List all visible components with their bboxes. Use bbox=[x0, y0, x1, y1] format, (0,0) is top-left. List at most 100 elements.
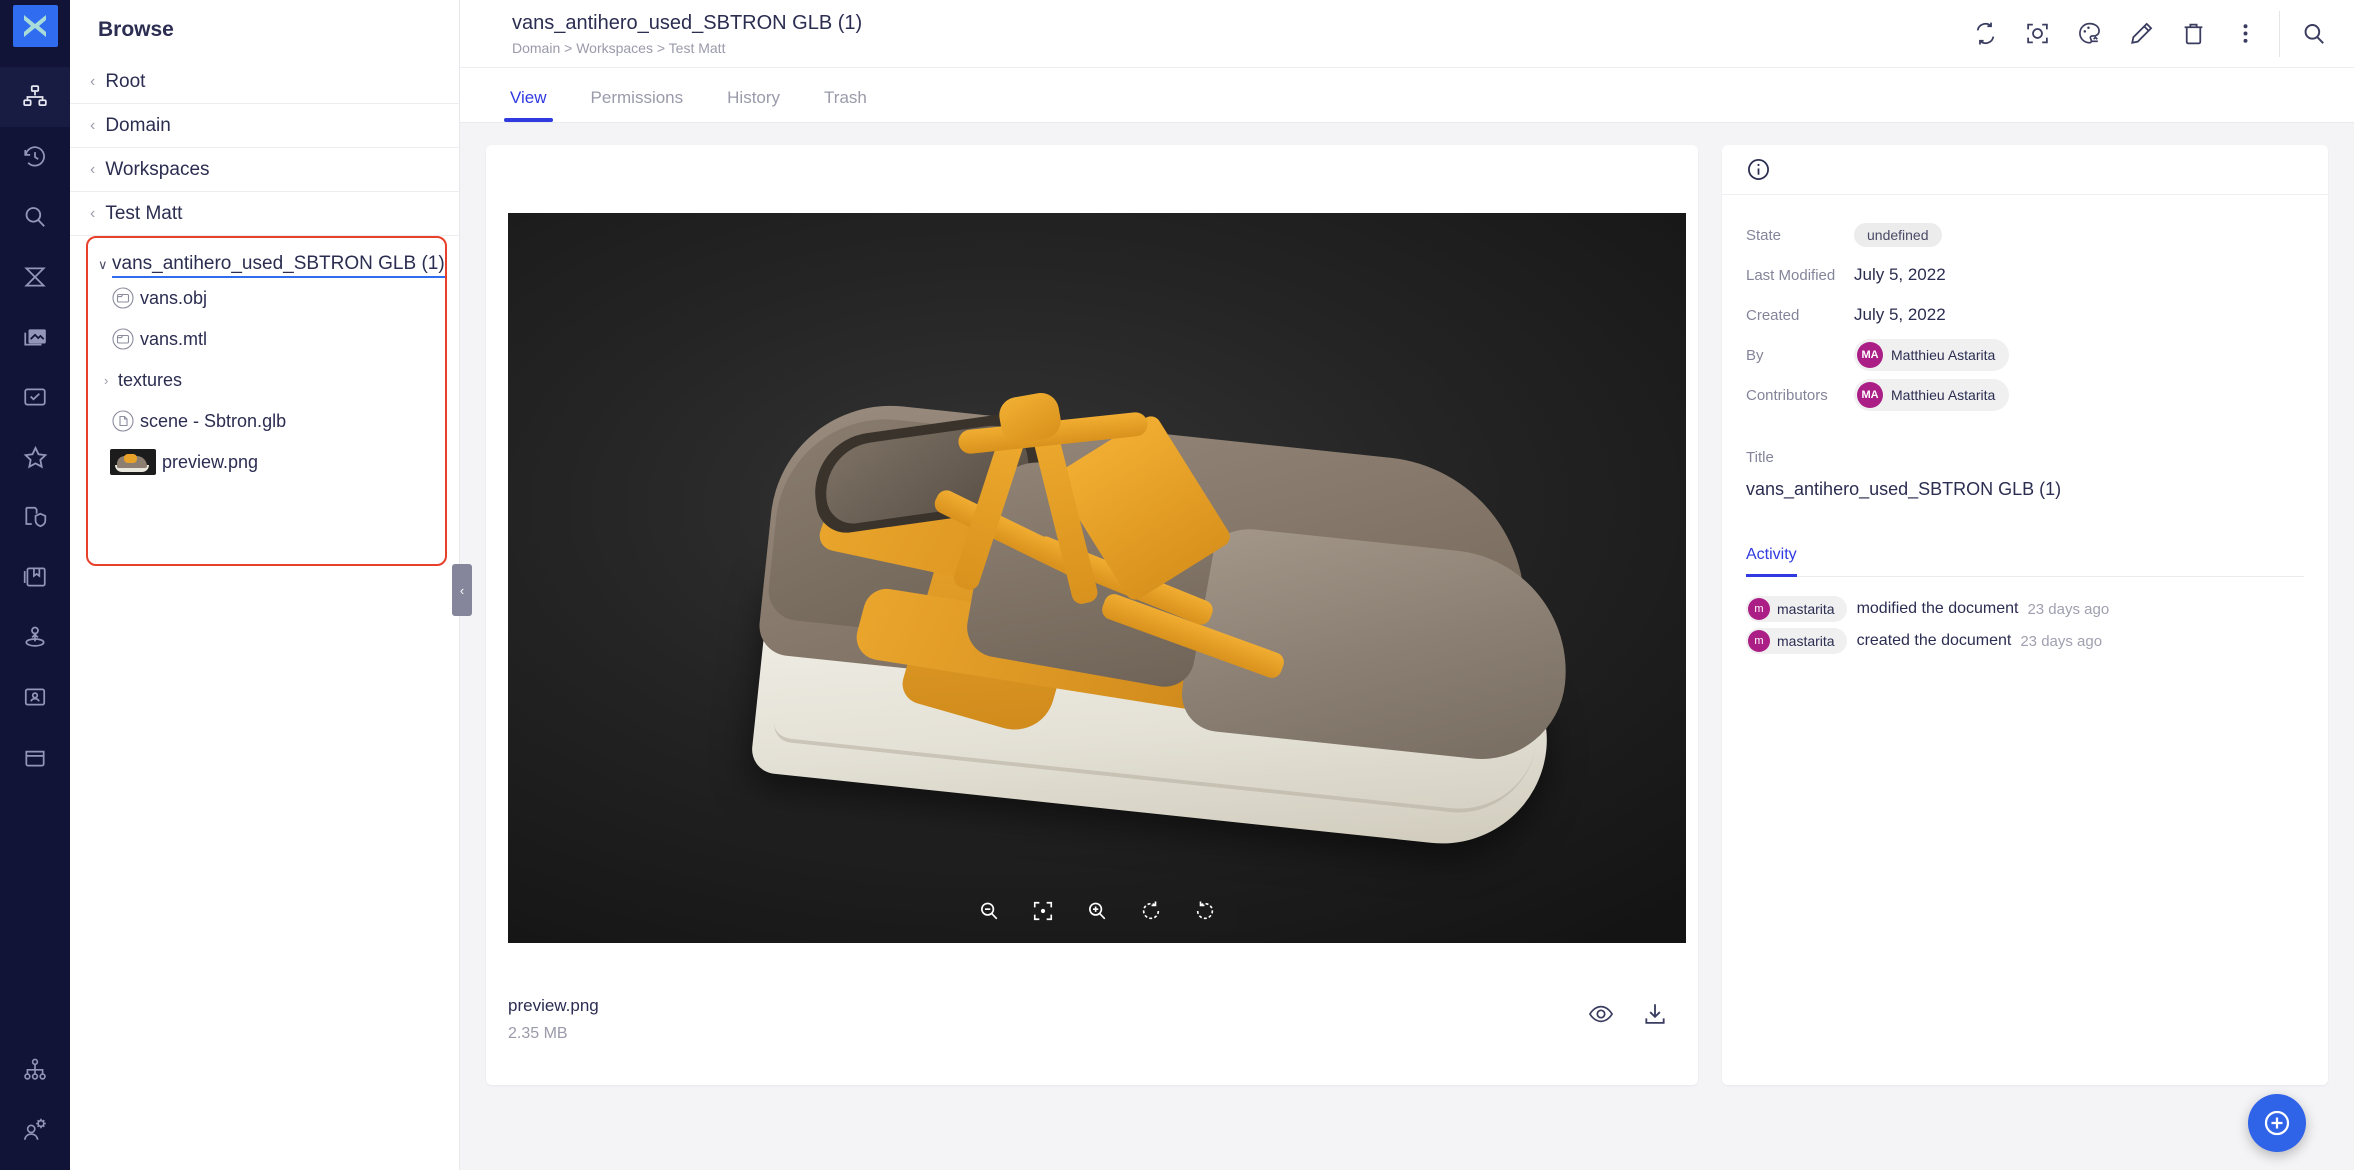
tab-bar: View Permissions History Trash bbox=[460, 68, 2354, 123]
sidebar-item-root[interactable]: ‹ Root bbox=[70, 60, 459, 104]
rail-item-library[interactable] bbox=[0, 547, 70, 607]
rail-item-id-card[interactable] bbox=[0, 667, 70, 727]
rotate-right-button[interactable] bbox=[1181, 894, 1229, 928]
tree-item-textures-folder[interactable]: › textures bbox=[88, 360, 445, 401]
tree-item-vans-obj[interactable]: vans.obj bbox=[88, 278, 445, 319]
tab-history[interactable]: History bbox=[715, 88, 792, 122]
rail-item-user-settings[interactable] bbox=[0, 1100, 70, 1160]
activity-user-name: mastarita bbox=[1777, 601, 1835, 617]
file-size: 2.35 MB bbox=[508, 1025, 568, 1042]
info-row-by: By MA Matthieu Astarita bbox=[1746, 335, 2304, 375]
activity-timestamp: 23 days ago bbox=[2020, 632, 2103, 650]
image-thumbnail-icon bbox=[110, 449, 156, 476]
sidebar-item-workspaces[interactable]: ‹ Workspaces bbox=[70, 148, 459, 192]
download-icon bbox=[1645, 1004, 1665, 1024]
tasks-icon bbox=[24, 388, 46, 406]
rotate-left-icon bbox=[1142, 901, 1160, 920]
activity-user-name: mastarita bbox=[1777, 633, 1835, 649]
preview-button[interactable] bbox=[1588, 1001, 1614, 1027]
chevron-left-icon: ‹ bbox=[90, 116, 96, 134]
info-row-state: State undefined bbox=[1746, 215, 2304, 255]
title-block: Title vans_antihero_used_SBTRON GLB (1) bbox=[1722, 415, 2328, 500]
zoom-in-button[interactable] bbox=[1073, 894, 1121, 928]
sidebar-title: Browse bbox=[98, 18, 174, 41]
image-preview-stage[interactable] bbox=[508, 213, 1686, 943]
search-icon bbox=[2304, 23, 2324, 44]
user-chip[interactable]: MA Matthieu Astarita bbox=[1854, 379, 2010, 411]
activity-timestamp: 23 days ago bbox=[2027, 600, 2110, 618]
rail-item-favorites[interactable] bbox=[0, 427, 70, 487]
browse-sidebar: Browse ‹ Root ‹ Domain ‹ Workspaces ‹ Te… bbox=[70, 0, 472, 1170]
rotate-right-icon bbox=[1196, 901, 1214, 920]
sidebar-item-label: Domain bbox=[105, 114, 171, 136]
tree-item-preview-png[interactable]: preview.png bbox=[88, 442, 445, 483]
preview-image-shoe bbox=[628, 313, 1628, 873]
app-logo[interactable] bbox=[12, 5, 58, 47]
info-rows: State undefined Last Modified July 5, 20… bbox=[1722, 195, 2328, 415]
rotate-left-button[interactable] bbox=[1127, 894, 1175, 928]
rail-item-hierarchy[interactable] bbox=[0, 67, 70, 127]
file-glb-icon bbox=[110, 408, 136, 434]
rail-item-tasks[interactable] bbox=[0, 367, 70, 427]
avatar: MA bbox=[1857, 382, 1883, 408]
activity-user-chip[interactable]: m mastarita bbox=[1746, 596, 1847, 622]
sidebar-item-test-matt[interactable]: ‹ Test Matt bbox=[70, 192, 459, 236]
sync-icon bbox=[1976, 22, 1994, 45]
chevron-left-icon: ‹ bbox=[90, 160, 96, 178]
rail-item-org-chart[interactable] bbox=[0, 1040, 70, 1100]
fit-to-screen-button[interactable] bbox=[1019, 894, 1067, 928]
sidebar-item-label: Test Matt bbox=[105, 202, 183, 224]
rail-item-gallery[interactable] bbox=[0, 307, 70, 367]
info-row-contributors: Contributors MA Matthieu Astarita bbox=[1746, 375, 2304, 415]
rail-item-trash[interactable] bbox=[0, 727, 70, 787]
edit-button[interactable] bbox=[2115, 8, 2167, 60]
delete-button[interactable] bbox=[2167, 8, 2219, 60]
tab-activity[interactable]: Activity bbox=[1746, 546, 1797, 577]
info-value: July 5, 2022 bbox=[1854, 305, 1946, 324]
activity-user-chip[interactable]: m mastarita bbox=[1746, 628, 1847, 654]
title-label: Title bbox=[1746, 449, 1774, 466]
focus-frame-icon bbox=[2026, 23, 2048, 44]
tab-permissions[interactable]: Permissions bbox=[579, 88, 696, 122]
sidebar-item-label: Root bbox=[105, 70, 146, 92]
hierarchy-icon bbox=[23, 85, 47, 106]
pencil-edit-icon bbox=[2130, 22, 2152, 44]
chevron-right-icon: › bbox=[104, 372, 109, 388]
chevron-left-icon: ‹ bbox=[459, 582, 465, 598]
info-key: State bbox=[1746, 226, 1782, 244]
rail-item-search[interactable] bbox=[0, 187, 70, 247]
chevron-left-icon: ‹ bbox=[90, 72, 96, 90]
add-button-fab[interactable] bbox=[2248, 1094, 2306, 1152]
download-button[interactable] bbox=[1642, 1001, 1668, 1027]
sidebar-item-domain[interactable]: ‹ Domain bbox=[70, 104, 459, 148]
avatar: m bbox=[1748, 598, 1770, 620]
more-options-button[interactable] bbox=[2219, 8, 2271, 60]
add-circle-icon bbox=[2264, 1110, 2290, 1136]
tree-root-label: vans_antihero_used_SBTRON GLB (1) bbox=[112, 252, 445, 278]
rail-item-secure-doc[interactable] bbox=[0, 487, 70, 547]
tree-item-scene-glb[interactable]: scene - Sbtron.glb bbox=[88, 401, 445, 442]
info-key: Contributors bbox=[1746, 386, 1828, 404]
rail-icon-list bbox=[0, 67, 70, 787]
palette-button[interactable] bbox=[2063, 8, 2115, 60]
focus-frame-button[interactable] bbox=[2011, 8, 2063, 60]
rail-item-history[interactable] bbox=[0, 127, 70, 187]
user-chip[interactable]: MA Matthieu Astarita bbox=[1854, 339, 2010, 371]
search-button[interactable] bbox=[2288, 8, 2340, 60]
sync-button[interactable] bbox=[1959, 8, 2011, 60]
tree-root-node[interactable]: ∨ vans_antihero_used_SBTRON GLB (1) bbox=[88, 252, 445, 278]
tab-view[interactable]: View bbox=[498, 88, 559, 122]
star-icon bbox=[23, 445, 47, 468]
zoom-out-button[interactable] bbox=[965, 894, 1013, 928]
sidebar-collapse-handle[interactable]: ‹ bbox=[452, 564, 472, 616]
rail-item-hourglass[interactable] bbox=[0, 247, 70, 307]
rail-item-user-upload[interactable] bbox=[0, 607, 70, 667]
avatar: MA bbox=[1857, 342, 1883, 368]
tab-trash[interactable]: Trash bbox=[812, 88, 879, 122]
main-area: vans_antihero_used_SBTRON GLB (1) Domain… bbox=[460, 0, 2354, 1170]
activity-item: m mastarita created the document 23 days… bbox=[1746, 625, 2304, 657]
file-name: preview.png bbox=[508, 996, 599, 1015]
tree-item-vans-mtl[interactable]: vans.mtl bbox=[88, 319, 445, 360]
info-row-last-modified: Last Modified July 5, 2022 bbox=[1746, 255, 2304, 295]
page-title: vans_antihero_used_SBTRON GLB (1) bbox=[512, 12, 863, 34]
